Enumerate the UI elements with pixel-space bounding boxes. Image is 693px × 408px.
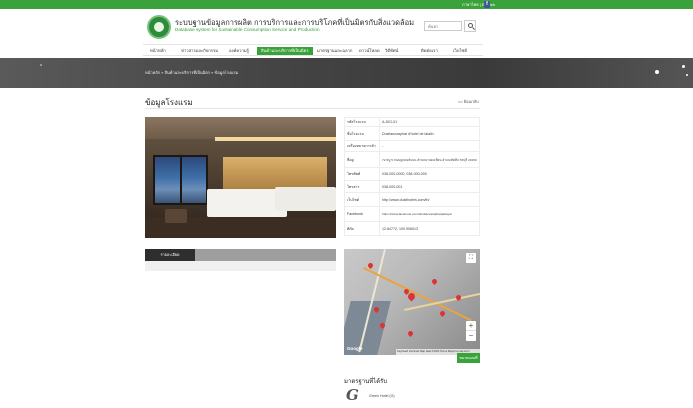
hotel-photo: [145, 117, 336, 238]
table-row: ชื่อโรงแรม Dusitaworaphat d'hotel de lal…: [344, 127, 480, 141]
info-label: เว็บไซต์: [347, 198, 360, 202]
nav-item-news[interactable]: ข่าวสารและกิจกรรม: [181, 47, 218, 55]
detail-tabs: รายละเอียด: [145, 249, 336, 271]
divider: [145, 108, 480, 109]
info-label: พิกัด: [347, 227, 354, 231]
table-row: โทรศัพท์ 038-000-0000, 038-000-000: [344, 168, 480, 181]
table-row: โทรสาร 038-000-001: [344, 181, 480, 193]
language-links[interactable]: ภาษาไทย | English: [462, 1, 495, 8]
expand-map-button[interactable]: ขยายแผนที่: [457, 353, 480, 363]
info-label: ชื่อโรงแรม: [347, 132, 364, 136]
nav-item-standards[interactable]: มาตรฐานและฉลาก: [317, 47, 352, 55]
info-value: 038-000-0000, 038-000-000: [382, 172, 427, 176]
info-value: 038-000-001: [382, 185, 403, 189]
info-value: A-DIG-01: [382, 120, 398, 124]
info-label: โทรศัพท์: [347, 172, 361, 176]
facebook-link[interactable]: https://www.facebook.com/dusitdevaraphat…: [382, 207, 452, 222]
google-logo: Google: [347, 346, 363, 351]
website-link[interactable]: http://www.dusithotels.com/th/: [382, 193, 430, 207]
zoom-in-button[interactable]: +: [466, 321, 476, 331]
tab-content: [145, 261, 336, 271]
standards-title: มาตรฐานที่ได้รับ: [344, 379, 388, 385]
fullscreen-icon[interactable]: ⛶: [466, 253, 476, 263]
standard-label: Green Hotel (G): [369, 394, 395, 398]
nav-item-contact[interactable]: ติดต่อเรา: [421, 47, 438, 55]
info-value: 12.84772, 100.906513: [382, 227, 418, 231]
info-label: Facebook: [347, 212, 363, 216]
info-label: โทรสาร: [347, 185, 360, 189]
hero-banner: [0, 58, 693, 88]
nav-item-products[interactable]: สินค้าและบริการที่เป็นมิตร: [257, 47, 313, 55]
main-nav: หน้าหลัก ข่าวสารและกิจกรรม องค์ความรู้ ส…: [143, 44, 483, 56]
nav-item-knowledge[interactable]: องค์ความรู้: [229, 47, 249, 55]
table-row: รหัสโรงแรม A-DIG-01: [344, 117, 480, 127]
table-row: เว็บไซต์ http://www.dusithotels.com/th/: [344, 193, 480, 207]
green-hotel-logo: G: [346, 386, 359, 404]
info-value: Dusitaworaphat d'hotel de lalalin: [382, 132, 434, 136]
info-value: -: [382, 144, 384, 148]
breadcrumb[interactable]: หน้าหลัก » สินค้าและบริการที่เป็นมิตร » …: [145, 69, 238, 76]
zoom-out-button[interactable]: −: [466, 331, 476, 341]
info-label: รหัสโรงแรม: [347, 120, 366, 124]
facebook-icon[interactable]: f: [484, 1, 490, 8]
table-row: Facebook https://www.facebook.com/dusitd…: [344, 207, 480, 222]
info-value: 72 หมู่ 5 ถนนบูลเลอร์แมน ตำบลนาจอมเทียน …: [382, 158, 477, 162]
tab-details[interactable]: รายละเอียด: [145, 249, 195, 261]
search-button[interactable]: [464, 20, 476, 32]
back-link[interactable]: << ย้อนกลับ: [458, 98, 479, 105]
search-input[interactable]: [424, 21, 462, 31]
table-row: พิกัด 12.84772, 100.906513: [344, 222, 480, 236]
table-row: เครื่องหมายการค้า -: [344, 141, 480, 152]
zoom-control: + −: [466, 321, 476, 341]
nav-item-home[interactable]: หน้าหลัก: [150, 47, 166, 55]
table-row: ที่อยู่ 72 หมู่ 5 ถนนบูลเลอร์แมน ตำบลนาจ…: [344, 152, 480, 168]
top-utility-bar: ภาษาไทย | English f: [0, 0, 693, 9]
location-map[interactable]: ⛶ + − Google Keyboard shortcuts Map data…: [344, 249, 480, 355]
nav-item-website[interactable]: เว็บไซต์: [453, 47, 467, 55]
site-subtitle: Database system for Sustainable Consumpt…: [175, 27, 320, 32]
nav-item-downloads[interactable]: ดาวน์โหลด: [359, 47, 380, 55]
info-label: ที่อยู่: [347, 158, 354, 162]
info-label: เครื่องหมายการค้า: [347, 144, 376, 148]
nav-item-video[interactable]: วิดีทัศน์: [385, 47, 398, 55]
site-logo[interactable]: [147, 15, 171, 39]
